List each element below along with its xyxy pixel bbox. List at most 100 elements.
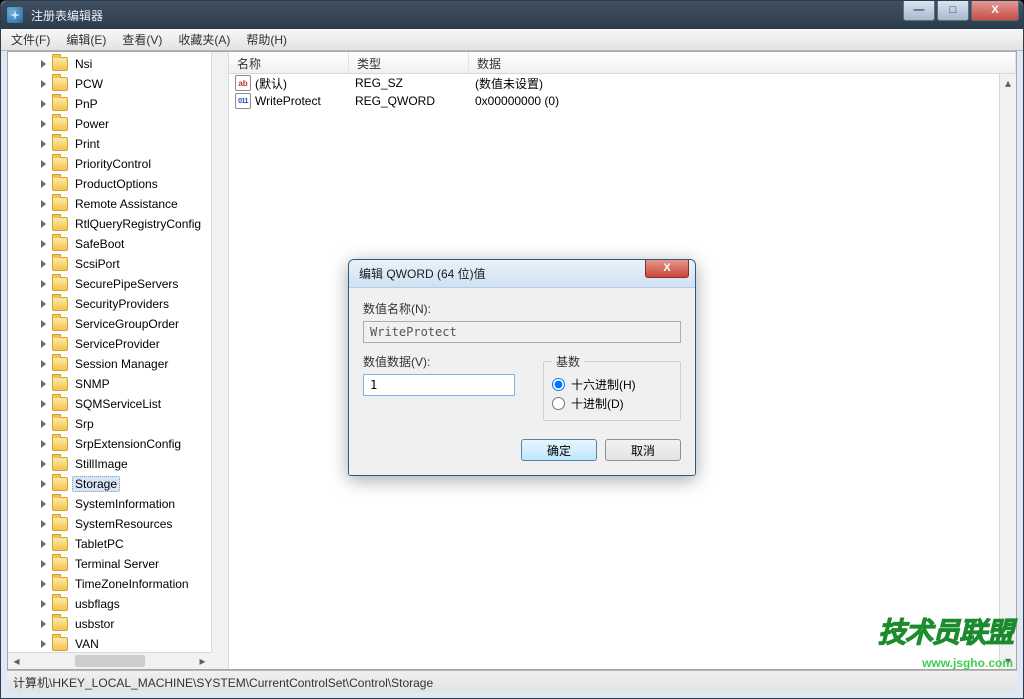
tree-item-srpextensionconfig[interactable]: SrpExtensionConfig bbox=[8, 434, 211, 454]
radio-hex-row[interactable]: 十六进制(H) bbox=[552, 376, 672, 393]
expand-arrow-icon[interactable] bbox=[38, 98, 50, 110]
expand-arrow-icon[interactable] bbox=[38, 418, 50, 430]
expand-arrow-icon[interactable] bbox=[38, 478, 50, 490]
tree-item-usbstor[interactable]: usbstor bbox=[8, 614, 211, 634]
value-name-input bbox=[363, 321, 681, 343]
scroll-down-icon[interactable]: ▾ bbox=[1000, 652, 1016, 669]
expand-arrow-icon[interactable] bbox=[38, 398, 50, 410]
tree-item-timezoneinformation[interactable]: TimeZoneInformation bbox=[8, 574, 211, 594]
column-name[interactable]: 名称 bbox=[229, 52, 349, 73]
expand-arrow-icon[interactable] bbox=[38, 118, 50, 130]
tree-item-van[interactable]: VAN bbox=[8, 634, 211, 652]
tree-item-systemresources[interactable]: SystemResources bbox=[8, 514, 211, 534]
scroll-track[interactable] bbox=[25, 653, 194, 669]
tree-item-serviceprovider[interactable]: ServiceProvider bbox=[8, 334, 211, 354]
scroll-up-icon[interactable]: ▴ bbox=[1000, 74, 1016, 91]
tree-item-rtlqueryregistryconfig[interactable]: RtlQueryRegistryConfig bbox=[8, 214, 211, 234]
radio-hex[interactable] bbox=[552, 378, 565, 391]
tree-item-usbflags[interactable]: usbflags bbox=[8, 594, 211, 614]
tree-item-power[interactable]: Power bbox=[8, 114, 211, 134]
ok-button[interactable]: 确定 bbox=[521, 439, 597, 461]
tree-item-prioritycontrol[interactable]: PriorityControl bbox=[8, 154, 211, 174]
tree-item-pnp[interactable]: PnP bbox=[8, 94, 211, 114]
expand-arrow-icon[interactable] bbox=[38, 498, 50, 510]
tree-item-srp[interactable]: Srp bbox=[8, 414, 211, 434]
tree-scroll[interactable]: NsiPCWPnPPowerPrintPriorityControlProduc… bbox=[8, 52, 211, 652]
tree-item-safeboot[interactable]: SafeBoot bbox=[8, 234, 211, 254]
maximize-button[interactable]: □ bbox=[937, 1, 969, 21]
value-row[interactable]: ab(默认)REG_SZ(数值未设置) bbox=[229, 74, 1016, 92]
values-list[interactable]: ab(默认)REG_SZ(数值未设置)011WriteProtectREG_QW… bbox=[229, 74, 1016, 110]
scroll-thumb[interactable] bbox=[75, 655, 145, 667]
expand-arrow-icon[interactable] bbox=[38, 178, 50, 190]
tree-item-print[interactable]: Print bbox=[8, 134, 211, 154]
tree-item-terminal-server[interactable]: Terminal Server bbox=[8, 554, 211, 574]
column-type[interactable]: 类型 bbox=[349, 52, 469, 73]
expand-arrow-icon[interactable] bbox=[38, 198, 50, 210]
minimize-button[interactable]: — bbox=[903, 1, 935, 21]
expand-arrow-icon[interactable] bbox=[38, 78, 50, 90]
close-button[interactable]: X bbox=[971, 1, 1019, 21]
expand-arrow-icon[interactable] bbox=[38, 158, 50, 170]
menu-file[interactable]: 文件(F) bbox=[3, 28, 58, 51]
folder-icon bbox=[52, 117, 68, 131]
tree-item-storage[interactable]: Storage bbox=[8, 474, 211, 494]
tree-item-productoptions[interactable]: ProductOptions bbox=[8, 174, 211, 194]
expand-arrow-icon[interactable] bbox=[38, 378, 50, 390]
tree-item-remote-assistance[interactable]: Remote Assistance bbox=[8, 194, 211, 214]
column-data[interactable]: 数据 bbox=[469, 52, 1016, 73]
tree-item-nsi[interactable]: Nsi bbox=[8, 54, 211, 74]
menu-favorites[interactable]: 收藏夹(A) bbox=[170, 28, 238, 51]
expand-arrow-icon[interactable] bbox=[38, 438, 50, 450]
titlebar[interactable]: 注册表编辑器 — □ X bbox=[1, 1, 1023, 29]
tree-label: SQMServiceList bbox=[72, 397, 164, 411]
radio-dec[interactable] bbox=[552, 397, 565, 410]
expand-arrow-icon[interactable] bbox=[38, 578, 50, 590]
menu-edit[interactable]: 编辑(E) bbox=[58, 28, 114, 51]
tree-item-sqmservicelist[interactable]: SQMServiceList bbox=[8, 394, 211, 414]
expand-arrow-icon[interactable] bbox=[38, 278, 50, 290]
expand-arrow-icon[interactable] bbox=[38, 518, 50, 530]
expand-arrow-icon[interactable] bbox=[38, 358, 50, 370]
value-row[interactable]: 011WriteProtectREG_QWORD0x00000000 (0) bbox=[229, 92, 1016, 110]
menu-help[interactable]: 帮助(H) bbox=[238, 28, 295, 51]
expand-arrow-icon[interactable] bbox=[38, 258, 50, 270]
scroll-track[interactable] bbox=[1000, 91, 1016, 652]
expand-arrow-icon[interactable] bbox=[38, 618, 50, 630]
value-data-input[interactable] bbox=[363, 374, 515, 396]
expand-arrow-icon[interactable] bbox=[38, 298, 50, 310]
tree-item-scsiport[interactable]: ScsiPort bbox=[8, 254, 211, 274]
radio-dec-row[interactable]: 十进制(D) bbox=[552, 395, 672, 412]
expand-arrow-icon[interactable] bbox=[38, 318, 50, 330]
expand-arrow-icon[interactable] bbox=[38, 458, 50, 470]
tree-item-snmp[interactable]: SNMP bbox=[8, 374, 211, 394]
expand-arrow-icon[interactable] bbox=[38, 58, 50, 70]
tree-item-servicegrouporder[interactable]: ServiceGroupOrder bbox=[8, 314, 211, 334]
expand-arrow-icon[interactable] bbox=[38, 598, 50, 610]
window-controls: — □ X bbox=[901, 1, 1019, 21]
tree-item-systeminformation[interactable]: SystemInformation bbox=[8, 494, 211, 514]
expand-arrow-icon[interactable] bbox=[38, 558, 50, 570]
expand-arrow-icon[interactable] bbox=[38, 538, 50, 550]
tree-item-tabletpc[interactable]: TabletPC bbox=[8, 534, 211, 554]
menu-view[interactable]: 查看(V) bbox=[114, 28, 170, 51]
expand-arrow-icon[interactable] bbox=[38, 138, 50, 150]
values-vertical-scrollbar[interactable]: ▴ ▾ bbox=[999, 74, 1016, 669]
scroll-right-icon[interactable]: ▸ bbox=[194, 653, 211, 670]
expand-arrow-icon[interactable] bbox=[38, 338, 50, 350]
cancel-button[interactable]: 取消 bbox=[605, 439, 681, 461]
expand-arrow-icon[interactable] bbox=[38, 218, 50, 230]
dialog-titlebar[interactable]: 编辑 QWORD (64 位)值 X bbox=[349, 260, 695, 288]
tree-item-session-manager[interactable]: Session Manager bbox=[8, 354, 211, 374]
expand-arrow-icon[interactable] bbox=[38, 238, 50, 250]
tree-horizontal-scrollbar[interactable]: ◂ ▸ bbox=[8, 652, 211, 669]
tree-item-securityproviders[interactable]: SecurityProviders bbox=[8, 294, 211, 314]
tree-item-pcw[interactable]: PCW bbox=[8, 74, 211, 94]
dialog-close-button[interactable]: X bbox=[645, 260, 689, 278]
scroll-left-icon[interactable]: ◂ bbox=[8, 653, 25, 670]
tree-item-stillimage[interactable]: StillImage bbox=[8, 454, 211, 474]
expand-arrow-icon[interactable] bbox=[38, 638, 50, 650]
tree-item-securepipeservers[interactable]: SecurePipeServers bbox=[8, 274, 211, 294]
dialog-window[interactable]: 编辑 QWORD (64 位)值 X 数值名称(N): 数值数据(V): 基数 bbox=[348, 259, 696, 476]
tree-vertical-scrollbar[interactable] bbox=[211, 52, 228, 652]
